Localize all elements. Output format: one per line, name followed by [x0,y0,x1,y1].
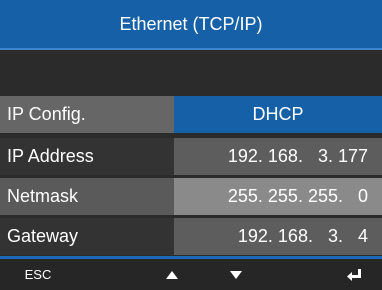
gateway-value[interactable]: 192. 168. 3. 4 [174,218,382,255]
down-button[interactable] [224,259,248,290]
gateway-label: Gateway [0,218,174,255]
triangle-up-icon [166,270,178,279]
esc-button[interactable]: ESC [18,259,58,290]
page-title: Ethernet (TCP/IP) [119,13,263,34]
setting-row-ip-address[interactable]: IP Address 192. 168. 3. 177 [0,138,382,175]
title-bar: Ethernet (TCP/IP) [0,0,382,48]
netmask-label: Netmask [0,178,174,215]
softkey-bar: ESC [0,259,382,290]
triangle-down-icon [230,270,242,279]
ip-config-value[interactable]: DHCP [174,96,382,133]
blank-area [0,50,382,92]
setting-row-netmask[interactable]: Netmask 255. 255. 255. 0 [0,178,382,215]
enter-button[interactable] [342,259,366,290]
netmask-value[interactable]: 255. 255. 255. 0 [174,178,382,215]
setting-row-ip-config[interactable]: IP Config. DHCP [0,96,382,133]
enter-return-icon [347,268,361,281]
ip-address-value[interactable]: 192. 168. 3. 177 [174,138,382,175]
ip-address-label: IP Address [0,138,174,175]
up-button[interactable] [160,259,184,290]
setting-row-gateway[interactable]: Gateway 192. 168. 3. 4 [0,218,382,255]
ip-config-label: IP Config. [0,96,174,133]
